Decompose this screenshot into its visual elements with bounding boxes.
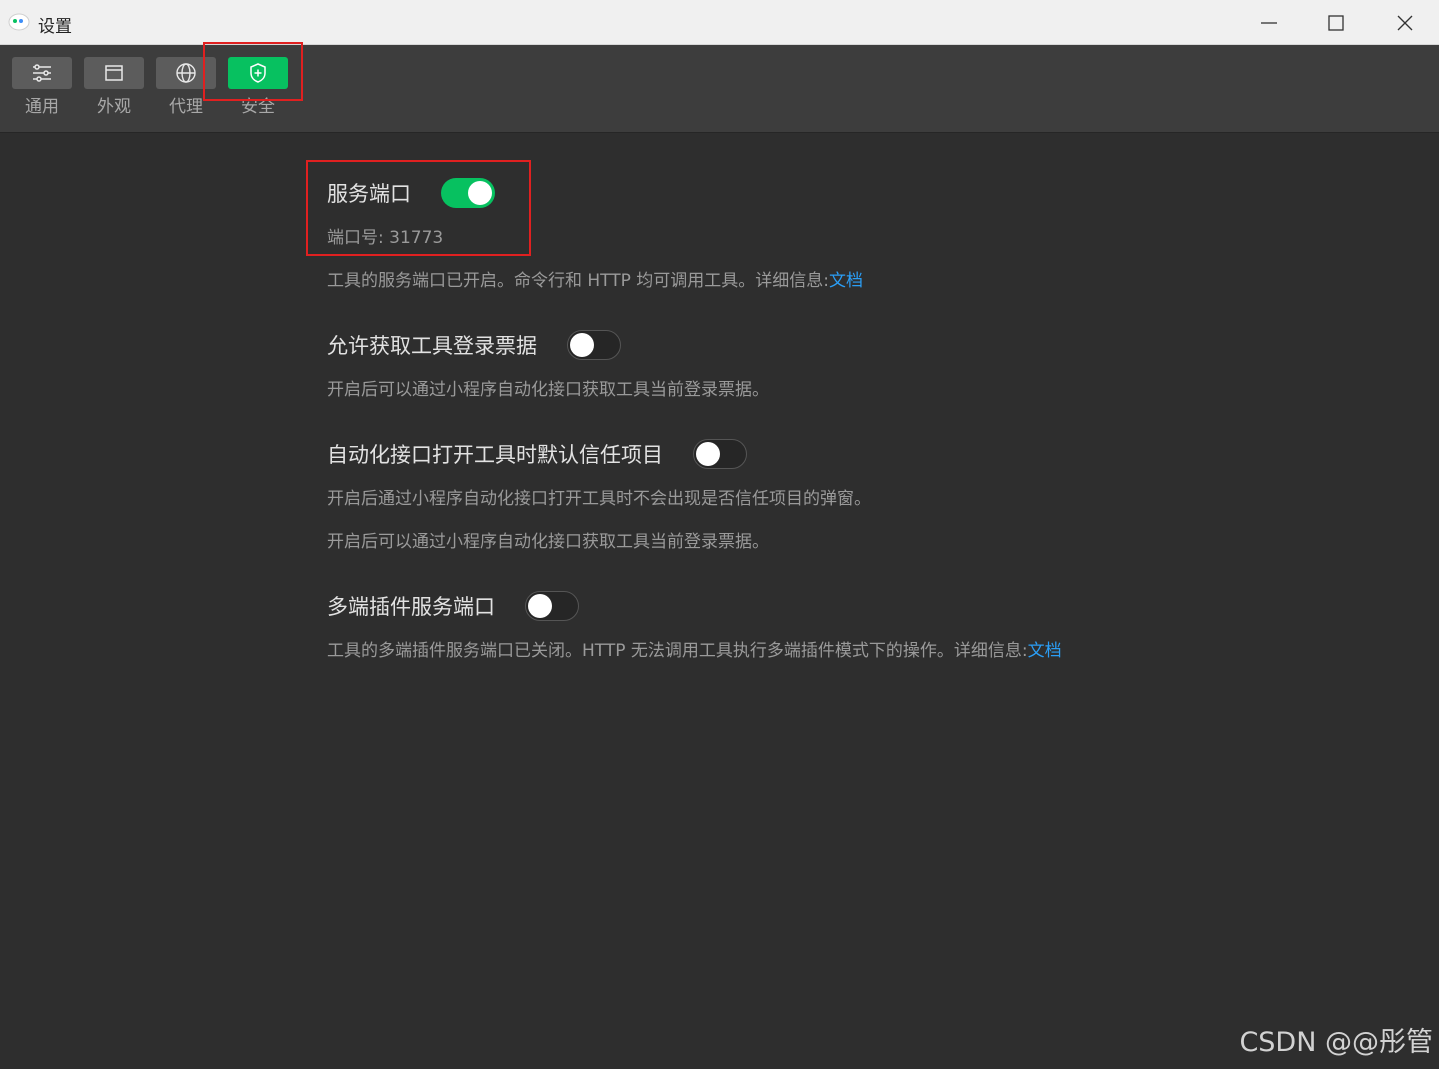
plugin-port-toggle[interactable] [525, 591, 579, 621]
tab-appearance-label: 外观 [97, 97, 131, 117]
tab-proxy-button[interactable] [156, 57, 216, 89]
window-icon [105, 65, 123, 81]
watermark: CSDN @@彤管 [1239, 1027, 1433, 1058]
app-logo-icon [8, 13, 30, 31]
tab-appearance[interactable]: 外观 [84, 57, 144, 117]
tab-security-label: 安全 [241, 97, 275, 117]
login-ticket-description: 开启后可以通过小程序自动化接口获取工具当前登录票据。 [327, 380, 769, 400]
service-port-toggle[interactable] [441, 178, 495, 208]
trust-project-toggle[interactable] [693, 439, 747, 469]
maximize-button[interactable] [1303, 0, 1369, 45]
login-ticket-toggle[interactable] [567, 330, 621, 360]
trust-project-title: 自动化接口打开工具时默认信任项目 [327, 443, 663, 467]
toggle-knob [696, 442, 720, 466]
minimize-icon [1261, 21, 1277, 24]
service-port-title: 服务端口 [327, 182, 411, 206]
toggle-knob [468, 181, 492, 205]
window-title: 设置 [38, 17, 72, 37]
shield-plus-icon [250, 63, 266, 83]
tab-proxy[interactable]: 代理 [156, 57, 216, 117]
port-number-label: 端口号: 31773 [327, 228, 444, 248]
title-bar: 设置 [0, 0, 1439, 45]
toggle-knob [570, 333, 594, 357]
tab-security[interactable]: 安全 [228, 57, 288, 117]
tab-appearance-button[interactable] [84, 57, 144, 89]
trust-project-description-2: 开启后可以通过小程序自动化接口获取工具当前登录票据。 [327, 532, 769, 552]
login-ticket-title: 允许获取工具登录票据 [327, 334, 537, 358]
tab-general[interactable]: 通用 [12, 57, 72, 117]
settings-tab-bar: 通用 外观 代理 安全 [0, 45, 1439, 133]
plugin-port-description: 工具的多端插件服务端口已关闭。HTTP 无法调用工具执行多端插件模式下的操作。详… [327, 640, 1062, 662]
trust-project-description: 开启后通过小程序自动化接口打开工具时不会出现是否信任项目的弹窗。 [327, 489, 871, 509]
toggle-knob [528, 594, 552, 618]
close-icon [1397, 15, 1413, 30]
plugin-port-desc-text: 工具的多端插件服务端口已关闭。HTTP 无法调用工具执行多端插件模式下的操作。详… [327, 641, 1028, 661]
tab-security-button[interactable] [228, 57, 288, 89]
maximize-icon [1328, 14, 1344, 31]
service-port-description: 工具的服务端口已开启。命令行和 HTTP 均可调用工具。详细信息:文档 [327, 270, 863, 292]
plugin-port-title: 多端插件服务端口 [327, 595, 495, 619]
service-port-desc-text: 工具的服务端口已开启。命令行和 HTTP 均可调用工具。详细信息: [327, 271, 830, 291]
minimize-button[interactable] [1236, 0, 1302, 45]
tab-general-button[interactable] [12, 57, 72, 89]
sliders-icon [33, 64, 51, 82]
tab-proxy-label: 代理 [169, 97, 203, 117]
close-button[interactable] [1372, 0, 1438, 45]
tab-general-label: 通用 [25, 97, 59, 117]
plugin-port-doc-link[interactable]: 文档 [1028, 641, 1062, 661]
globe-icon [176, 63, 196, 83]
service-port-doc-link[interactable]: 文档 [829, 271, 863, 291]
